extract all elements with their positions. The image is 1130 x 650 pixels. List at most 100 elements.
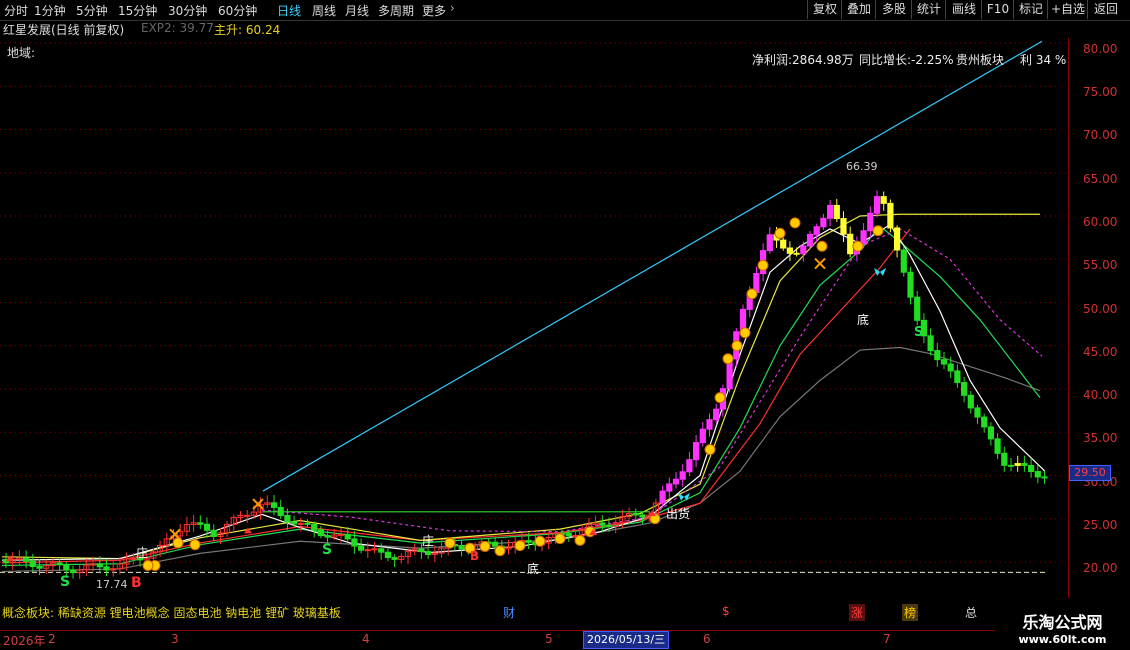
main-up-value: 主升: 60.24 bbox=[214, 23, 281, 37]
huaxian-button[interactable]: 画线 bbox=[945, 0, 982, 19]
cross-signal-icon bbox=[169, 528, 181, 541]
candle-body bbox=[337, 533, 345, 536]
candle-body bbox=[29, 560, 36, 567]
watermark-title: 乐淘公式网 bbox=[1022, 613, 1103, 632]
ranking-marker[interactable]: 榜 bbox=[902, 604, 919, 621]
back-button[interactable]: 返回 bbox=[1087, 0, 1124, 19]
period-tab-1min[interactable]: 1分钟 bbox=[34, 2, 66, 19]
candle-body bbox=[1028, 464, 1035, 473]
period-tab-more[interactable]: 更多 bbox=[422, 2, 446, 19]
signal-coin-icon bbox=[816, 240, 828, 252]
candle-body bbox=[699, 428, 706, 444]
candle-body bbox=[813, 226, 820, 235]
sell-signal-s3: S bbox=[914, 325, 923, 340]
candle-body bbox=[967, 394, 974, 409]
time-axis: 2026年 2 3 4 5 6 7 2026/05/13/三 bbox=[0, 630, 1068, 649]
candle-body bbox=[525, 540, 532, 543]
candle-body bbox=[806, 233, 814, 247]
tongji-button[interactable]: 统计 bbox=[911, 0, 946, 19]
signal-coin-icon bbox=[479, 540, 491, 552]
region-label: 地域: bbox=[7, 46, 35, 60]
candle-body bbox=[766, 234, 773, 252]
signal-coin-icon bbox=[789, 217, 801, 229]
period-tab-30min[interactable]: 30分钟 bbox=[168, 2, 207, 19]
chevron-right-icon[interactable]: › bbox=[450, 1, 455, 15]
signal-coin-icon bbox=[722, 353, 734, 365]
total-marker[interactable]: 总 bbox=[965, 604, 977, 621]
candle-body bbox=[378, 548, 385, 553]
candle-body bbox=[639, 514, 646, 518]
butterfly-icon bbox=[678, 492, 690, 501]
buy-signal-b1: B bbox=[131, 575, 142, 591]
signal-coin-icon bbox=[774, 227, 786, 239]
candle-body bbox=[706, 419, 713, 430]
candle-body bbox=[244, 514, 251, 517]
concept-list[interactable]: 概念板块: 稀缺资源 锂电池概念 固态电池 钠电池 锂矿 玻璃基板 bbox=[2, 604, 341, 621]
candle-body bbox=[277, 506, 284, 517]
signal-coin-icon bbox=[554, 533, 566, 545]
candle-body bbox=[666, 483, 673, 492]
f10-button[interactable]: F10 bbox=[981, 0, 1014, 19]
signal-coin-icon bbox=[574, 534, 586, 546]
cursor-date-badge: 2026/05/13/三 bbox=[583, 631, 670, 649]
signal-coin-icon bbox=[172, 537, 184, 549]
candle-body bbox=[1034, 471, 1041, 478]
zhuang-label-2: 庄 bbox=[422, 533, 434, 548]
candle-body bbox=[324, 535, 331, 538]
period-tab-daily[interactable]: 日线 bbox=[277, 2, 301, 19]
ma-gray-line bbox=[1, 346, 1041, 573]
candle-body bbox=[907, 271, 914, 298]
fuquan-button[interactable]: 复权 bbox=[807, 0, 842, 19]
price-tick: 55.00 bbox=[1083, 258, 1118, 272]
time-label: 3 bbox=[171, 632, 179, 646]
sell-signal-s1: S bbox=[60, 574, 70, 590]
biaoji-button[interactable]: 标记 bbox=[1013, 0, 1048, 19]
period-tab-5min[interactable]: 5分钟 bbox=[76, 2, 108, 19]
candle-body bbox=[840, 218, 847, 235]
price-tick: 45.00 bbox=[1083, 345, 1118, 359]
candle-body bbox=[364, 549, 371, 552]
candle-body bbox=[599, 522, 606, 526]
candle-body bbox=[880, 196, 887, 204]
candle-body bbox=[96, 563, 103, 568]
kline-chart[interactable]: 地域: 净利润:2864.98万 同比增长:-2.25% 贵州板块 利 34 %… bbox=[0, 38, 1068, 598]
candle-body bbox=[418, 548, 425, 553]
buy-signal-b2: B bbox=[470, 549, 479, 563]
price-tick: 65.00 bbox=[1083, 172, 1118, 186]
finance-marker[interactable]: 财 bbox=[503, 604, 515, 621]
candle-body bbox=[867, 212, 874, 232]
limit-up-marker[interactable]: 涨 bbox=[849, 604, 866, 621]
candle-body bbox=[672, 478, 680, 485]
candle-body bbox=[304, 522, 311, 525]
ma-green-line bbox=[1, 225, 1041, 567]
signal-coin-icon bbox=[739, 327, 751, 339]
period-tab-monthly[interactable]: 月线 bbox=[345, 2, 369, 19]
candlesticks bbox=[2, 190, 1048, 579]
candle-body bbox=[693, 442, 700, 461]
period-tab-multi[interactable]: 多周期 bbox=[378, 2, 414, 19]
add-watchlist-button[interactable]: +自选 bbox=[1047, 0, 1088, 19]
candle-body bbox=[894, 227, 901, 251]
candle-body bbox=[927, 335, 934, 352]
period-tab-fenshi[interactable]: 分时 bbox=[4, 2, 28, 19]
diejia-button[interactable]: 叠加 bbox=[841, 0, 876, 19]
candle-body bbox=[961, 382, 968, 396]
candle-body bbox=[63, 564, 70, 571]
period-tab-15min[interactable]: 15分钟 bbox=[118, 2, 157, 19]
dollar-marker[interactable]: $ bbox=[722, 604, 730, 618]
candle-body bbox=[954, 370, 961, 384]
sell-signal-s2: S bbox=[322, 542, 332, 558]
candle-body bbox=[565, 533, 572, 537]
candle-body bbox=[914, 296, 921, 321]
candle-body bbox=[270, 502, 278, 508]
zhuang-label-1: 庄 bbox=[136, 545, 148, 560]
ma-white-line bbox=[1, 223, 1046, 561]
period-tab-weekly[interactable]: 周线 bbox=[312, 2, 336, 19]
period-tab-60min[interactable]: 60分钟 bbox=[218, 2, 257, 19]
exp2-value: EXP2: 39.77 bbox=[141, 21, 214, 35]
price-axis: 80.00 75.00 70.00 65.00 60.00 55.00 50.0… bbox=[1068, 38, 1130, 598]
duogu-button[interactable]: 多股 bbox=[875, 0, 912, 19]
signal-coin-icon bbox=[494, 545, 506, 557]
candle-body bbox=[679, 471, 686, 480]
yoy-growth-label: 同比增长:-2.25% bbox=[859, 53, 954, 67]
